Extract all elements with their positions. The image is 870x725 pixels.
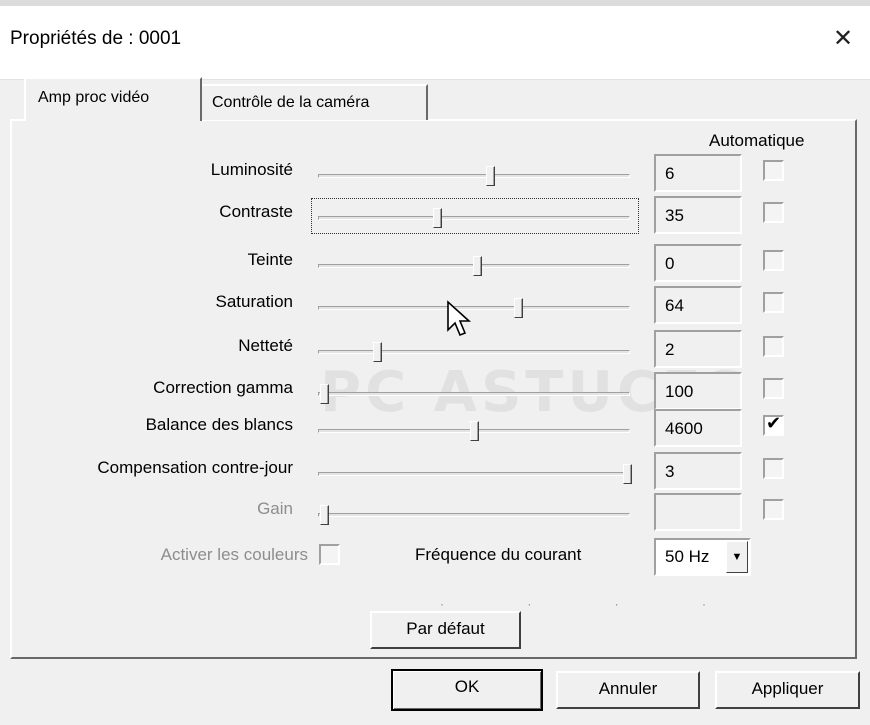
- control-slider[interactable]: [318, 204, 630, 234]
- tab-label: Contrôle de la caméra: [212, 94, 370, 111]
- slider-track: [318, 392, 630, 396]
- control-slider[interactable]: [318, 252, 630, 282]
- cancel-button[interactable]: Annuler: [556, 671, 700, 709]
- control-row: Saturation 64: [0, 286, 870, 330]
- control-label: Saturation: [215, 292, 294, 311]
- tab-label: Amp proc vidéo: [38, 89, 150, 106]
- chevron-down-icon[interactable]: ▼: [726, 541, 748, 573]
- control-row: Balance des blancs 4600 ✔: [0, 409, 870, 453]
- control-value-field[interactable]: 100: [654, 372, 742, 410]
- control-label: Correction gamma: [153, 378, 293, 397]
- slider-thumb[interactable]: [373, 342, 383, 362]
- control-slider[interactable]: [318, 294, 630, 324]
- control-row: Netteté 2: [0, 330, 870, 374]
- slider-track: [318, 350, 630, 354]
- window-top-edge: [0, 0, 870, 6]
- control-label: Teinte: [247, 250, 293, 269]
- control-slider[interactable]: [318, 162, 630, 192]
- control-label: Luminosité: [210, 160, 293, 179]
- control-label: Compensation contre-jour: [97, 458, 293, 477]
- tab-amp-proc-video[interactable]: Amp proc vidéo: [24, 77, 202, 121]
- slider-track: [318, 513, 630, 517]
- separator-dots: · · · ·: [440, 597, 746, 611]
- checkmark-icon: ✔: [766, 413, 782, 433]
- auto-checkbox[interactable]: [763, 202, 784, 223]
- enable-colors-label: Activer les couleurs: [160, 545, 308, 564]
- frequency-value: 50 Hz: [665, 547, 710, 566]
- slider-track: [318, 306, 630, 310]
- control-label: Netteté: [238, 336, 293, 355]
- slider-thumb[interactable]: [513, 298, 523, 318]
- window-title: Propriétés de : 0001: [10, 28, 182, 49]
- slider-thumb[interactable]: [432, 208, 442, 228]
- enable-colors-checkbox[interactable]: [319, 544, 340, 565]
- automatic-column-header: Automatique: [709, 131, 805, 150]
- slider-thumb[interactable]: [470, 421, 479, 441]
- title-bar: Propriétés de : 0001 ✕: [0, 0, 870, 80]
- control-row: Luminosité 6: [0, 154, 870, 198]
- slider-thumb[interactable]: [485, 166, 495, 186]
- control-value-field[interactable]: 2: [654, 330, 742, 368]
- close-icon[interactable]: ✕: [828, 24, 858, 54]
- control-slider[interactable]: [318, 338, 630, 368]
- control-row: Contraste 35: [0, 196, 870, 240]
- slider-thumb[interactable]: [622, 464, 632, 484]
- auto-checkbox[interactable]: ✔: [763, 413, 784, 436]
- control-value-field[interactable]: 0: [654, 244, 742, 282]
- slider-thumb[interactable]: [320, 384, 330, 404]
- control-value-field[interactable]: 64: [654, 286, 742, 324]
- control-value-field[interactable]: 4600: [654, 409, 742, 447]
- auto-checkbox[interactable]: [763, 292, 784, 313]
- auto-checkbox[interactable]: [763, 336, 784, 357]
- tab-camera-control[interactable]: Contrôle de la caméra: [202, 84, 428, 120]
- control-value-field[interactable]: 3: [654, 452, 742, 490]
- control-value-field[interactable]: 6: [654, 154, 742, 192]
- frequency-select[interactable]: 50 Hz ▼: [654, 538, 751, 576]
- mouse-pointer-icon: [447, 300, 472, 337]
- slider-thumb: [320, 505, 330, 525]
- control-label: Contraste: [219, 202, 293, 221]
- slider-thumb[interactable]: [473, 256, 483, 276]
- auto-checkbox[interactable]: [763, 378, 784, 399]
- control-label: Gain: [257, 499, 293, 518]
- slider-track: [318, 174, 630, 178]
- default-button[interactable]: Par défaut: [370, 611, 521, 649]
- auto-checkbox: [763, 499, 784, 520]
- frequency-label: Fréquence du courant: [415, 545, 582, 564]
- auto-checkbox[interactable]: [763, 250, 784, 271]
- control-row: Teinte 0: [0, 244, 870, 288]
- control-slider[interactable]: [318, 380, 630, 410]
- slider-track: [318, 472, 630, 476]
- ok-button[interactable]: OK: [391, 669, 543, 711]
- apply-button[interactable]: Appliquer: [715, 671, 860, 709]
- control-row: Gain: [0, 493, 870, 537]
- control-slider: [318, 501, 630, 531]
- control-value-field: [654, 493, 742, 531]
- control-label: Balance des blancs: [145, 415, 293, 434]
- auto-checkbox[interactable]: [763, 458, 784, 479]
- control-slider[interactable]: [318, 417, 630, 447]
- slider-track: [318, 216, 630, 220]
- control-value-field[interactable]: 35: [654, 196, 742, 234]
- control-row: Compensation contre-jour 3: [0, 452, 870, 496]
- auto-checkbox[interactable]: [763, 160, 784, 181]
- control-slider[interactable]: [318, 460, 632, 490]
